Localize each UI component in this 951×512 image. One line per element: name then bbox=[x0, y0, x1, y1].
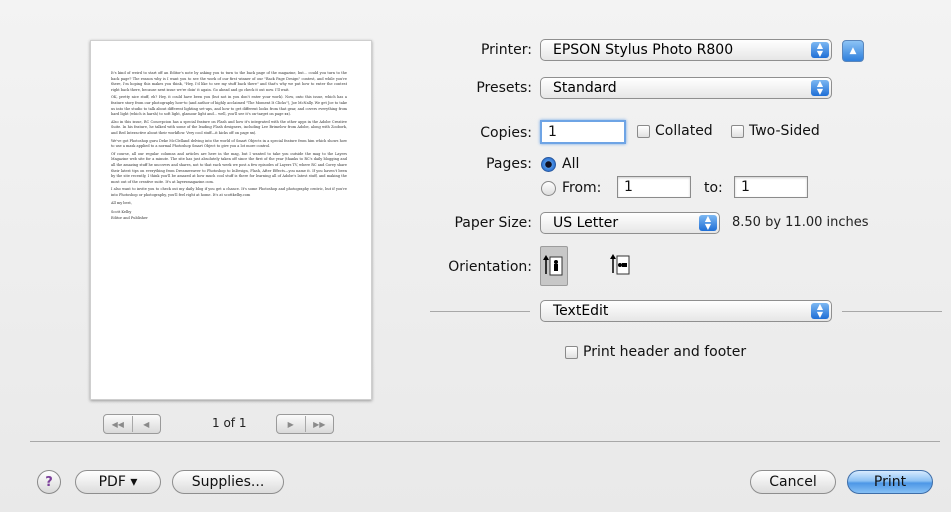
printer-label: Printer: bbox=[480, 42, 532, 58]
to-page-field[interactable]: 1 bbox=[734, 176, 808, 198]
separator-line bbox=[430, 311, 530, 312]
next-page-buttons: ▶ ▶▶ bbox=[276, 414, 334, 434]
popup-arrows-icon: ▲ ▼ bbox=[811, 42, 829, 58]
pdf-button[interactable]: PDF ▾ bbox=[75, 470, 161, 494]
landscape-icon bbox=[610, 254, 630, 275]
two-sided-label: Two-Sided bbox=[749, 123, 820, 139]
pages-from-radio[interactable] bbox=[541, 181, 556, 196]
pages-all-radio[interactable] bbox=[541, 157, 556, 172]
pages-from-label: From: bbox=[562, 180, 602, 196]
disclosure-triangle-button[interactable]: ▲ bbox=[842, 40, 864, 62]
panel-popup[interactable]: TextEdit ▲ ▼ bbox=[540, 300, 832, 322]
presets-popup[interactable]: Standard ▲ ▼ bbox=[540, 77, 832, 99]
chevron-up-icon: ▲ bbox=[849, 46, 857, 56]
portrait-orientation-button[interactable] bbox=[540, 246, 568, 286]
printer-value: EPSON Stylus Photo R800 bbox=[553, 42, 734, 58]
preview-paragraph: OK, pretty nice stuff, eh? Hey, it could… bbox=[111, 95, 348, 117]
paper-size-popup[interactable]: US Letter ▲ ▼ bbox=[540, 212, 720, 234]
pages-to-label: to: bbox=[704, 180, 723, 196]
next-page-button[interactable]: ▶ bbox=[277, 416, 305, 432]
popup-arrows-icon: ▲ ▼ bbox=[699, 215, 717, 231]
page-counter: 1 of 1 bbox=[212, 416, 247, 430]
copies-field[interactable]: 1 bbox=[540, 120, 626, 144]
presets-label: Presets: bbox=[476, 80, 532, 96]
print-preview-page: It's kind of weird to start off an Edito… bbox=[90, 40, 372, 400]
preview-paragraph: Of course, all our regular columns and a… bbox=[111, 151, 347, 184]
popup-arrows-icon: ▲ ▼ bbox=[811, 303, 829, 319]
preview-text: It's kind of weird to start off an Edito… bbox=[111, 71, 347, 223]
pages-label: Pages: bbox=[486, 156, 532, 172]
help-button[interactable]: ? bbox=[37, 470, 61, 494]
pages-all-label: All bbox=[562, 156, 580, 172]
previous-page-button[interactable]: ◀ bbox=[131, 416, 161, 432]
two-sided-checkbox[interactable] bbox=[731, 125, 744, 138]
supplies-button[interactable]: Supplies... bbox=[172, 470, 284, 494]
panel-value: TextEdit bbox=[553, 303, 609, 319]
paper-size-label: Paper Size: bbox=[454, 215, 532, 231]
preview-paragraph: I also want to invite you to check out m… bbox=[111, 187, 347, 197]
preview-paragraph: All my best, bbox=[111, 201, 132, 206]
paper-dimensions: 8.50 by 11.00 inches bbox=[732, 215, 869, 230]
portrait-icon bbox=[543, 255, 563, 276]
collated-label: Collated bbox=[655, 123, 713, 139]
popup-arrows-icon: ▲ ▼ bbox=[811, 80, 829, 96]
printer-popup[interactable]: EPSON Stylus Photo R800 ▲ ▼ bbox=[540, 39, 832, 61]
separator-line bbox=[842, 311, 942, 312]
last-page-button[interactable]: ▶▶ bbox=[304, 416, 334, 432]
print-button[interactable]: Print bbox=[847, 470, 933, 494]
preview-paragraph: It's kind of weird to start off an Edito… bbox=[111, 71, 347, 92]
landscape-orientation-button[interactable] bbox=[608, 246, 636, 286]
bottom-separator bbox=[30, 441, 940, 442]
presets-value: Standard bbox=[553, 80, 617, 96]
print-header-footer-label: Print header and footer bbox=[583, 344, 747, 360]
from-page-field[interactable]: 1 bbox=[617, 176, 691, 198]
print-header-footer-checkbox[interactable] bbox=[565, 346, 578, 359]
first-page-button[interactable]: ◀◀ bbox=[104, 416, 132, 432]
question-mark-icon: ? bbox=[45, 474, 53, 490]
preview-signature: Scott Kelby Editor and Publisher bbox=[111, 210, 148, 220]
cancel-button[interactable]: Cancel bbox=[750, 470, 836, 494]
preview-paragraph: We've got Photoshop guru Deke McClelland… bbox=[111, 138, 347, 149]
orientation-label: Orientation: bbox=[448, 259, 532, 275]
print-dialog: It's kind of weird to start off an Edito… bbox=[0, 0, 951, 512]
preview-paragraph: Also in this issue, RC Concepcion has a … bbox=[111, 119, 347, 135]
paper-size-value: US Letter bbox=[553, 215, 619, 231]
prev-page-buttons: ◀◀ ◀ bbox=[103, 414, 161, 434]
copies-label: Copies: bbox=[480, 125, 532, 141]
collated-checkbox[interactable] bbox=[637, 125, 650, 138]
